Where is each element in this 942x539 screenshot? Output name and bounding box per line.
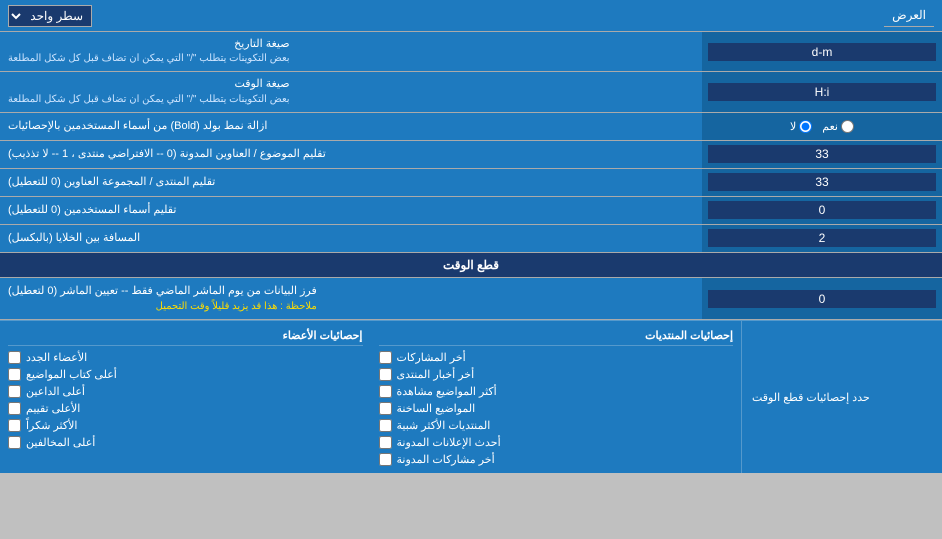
cutoff-label: فرز البيانات من يوم الماشر الماضي فقط --…: [0, 278, 702, 320]
stat-similar-forums-checkbox[interactable]: [379, 419, 392, 432]
bold-no-label[interactable]: لا: [790, 120, 812, 133]
stat-hot-topics-checkbox[interactable]: [379, 402, 392, 415]
bold-radio-area: نعم لا: [702, 113, 942, 140]
stats-item: الأكثر شكراً: [8, 417, 363, 434]
distance-input-container: [702, 225, 942, 252]
date-format-input-container: [702, 32, 942, 71]
stat-last-posts-checkbox[interactable]: [379, 351, 392, 364]
order-topics-row: تقليم الموضوع / العناوين المدونة (0 -- ا…: [0, 141, 942, 169]
stats-item: أعلى المخالفين: [8, 434, 363, 451]
order-users-label: تقليم أسماء المستخدمين (0 للتعطيل): [0, 197, 702, 224]
stat-top-violators-checkbox[interactable]: [8, 436, 21, 449]
stat-top-rated-checkbox[interactable]: [8, 402, 21, 415]
bold-yes-label[interactable]: نعم: [822, 120, 854, 133]
cutoff-header: قطع الوقت: [0, 253, 942, 278]
stats-item: أعلى الداعين: [8, 383, 363, 400]
cutoff-row: فرز البيانات من يوم الماشر الماضي فقط --…: [0, 278, 942, 321]
stat-top-inviters-label[interactable]: أعلى الداعين: [26, 385, 85, 398]
stats-item: المواضيع الساخنة: [379, 400, 734, 417]
stat-most-thanked-label[interactable]: الأكثر شكراً: [26, 419, 77, 432]
distance-input[interactable]: [708, 229, 936, 247]
stat-last-blog-posts-label[interactable]: أخر مشاركات المدونة: [397, 453, 495, 466]
bold-label: ازالة نمط بولد (Bold) من أسماء المستخدمي…: [0, 113, 702, 140]
stats-item: الأعلى تقييم: [8, 400, 363, 417]
order-users-input[interactable]: [708, 201, 936, 219]
stat-top-inviters-checkbox[interactable]: [8, 385, 21, 398]
order-forum-label: تقليم المنتدى / المجموعة العناوين (0 للت…: [0, 169, 702, 196]
order-forum-input-container: [702, 169, 942, 196]
stat-most-viewed-checkbox[interactable]: [379, 385, 392, 398]
stat-most-viewed-label[interactable]: أكثر المواضيع مشاهدة: [397, 385, 497, 398]
order-forum-input[interactable]: [708, 173, 936, 191]
stat-new-members-checkbox[interactable]: [8, 351, 21, 364]
stats-main-label: حدد إحصائيات قطع الوقت: [742, 321, 942, 473]
bold-no-radio[interactable]: [799, 120, 812, 133]
stat-forum-news-label[interactable]: أخر أخبار المنتدى: [397, 368, 475, 381]
date-format-label: صيغة التاريخ بعض التكوينات يتطلب "/" الت…: [0, 32, 702, 71]
stat-top-rated-label[interactable]: الأعلى تقييم: [26, 402, 80, 415]
distance-label: المسافة بين الخلايا (بالبكسل): [0, 225, 702, 252]
stats-section: حدد إحصائيات قطع الوقت إحصائيات المنتديا…: [0, 320, 942, 473]
time-format-input-container: [702, 72, 942, 111]
stat-forum-news-checkbox[interactable]: [379, 368, 392, 381]
order-users-row: تقليم أسماء المستخدمين (0 للتعطيل): [0, 197, 942, 225]
stats-item: أكثر المواضيع مشاهدة: [379, 383, 734, 400]
stat-similar-forums-label[interactable]: المنتديات الأكثر شبية: [397, 419, 491, 432]
stats-col2: إحصائيات الأعضاء الأعضاء الجدد أعلى كتاب…: [0, 321, 371, 473]
stat-last-posts-label[interactable]: أخر المشاركات: [397, 351, 466, 364]
stat-top-writers-label[interactable]: أعلى كتاب المواضيع: [26, 368, 117, 381]
stats-item: الأعضاء الجدد: [8, 349, 363, 366]
stat-top-violators-label[interactable]: أعلى المخالفين: [26, 436, 95, 449]
order-topics-input-container: [702, 141, 942, 168]
stats-col2-header: إحصائيات الأعضاء: [8, 326, 363, 346]
time-format-label: صيغة الوقت بعض التكوينات يتطلب "/" التي …: [0, 72, 702, 111]
stats-cols-row: إحصائيات المنتديات أخر المشاركات أخر أخب…: [0, 321, 742, 473]
stats-col1-header: إحصائيات المنتديات: [379, 326, 734, 346]
order-topics-input[interactable]: [708, 145, 936, 163]
stats-item: المنتديات الأكثر شبية: [379, 417, 734, 434]
stat-latest-announcements-checkbox[interactable]: [379, 436, 392, 449]
date-format-row: صيغة التاريخ بعض التكوينات يتطلب "/" الت…: [0, 32, 942, 72]
stat-most-thanked-checkbox[interactable]: [8, 419, 21, 432]
stats-item: أخر أخبار المنتدى: [379, 366, 734, 383]
stat-top-writers-checkbox[interactable]: [8, 368, 21, 381]
stat-last-blog-posts-checkbox[interactable]: [379, 453, 392, 466]
stats-item: أعلى كتاب المواضيع: [8, 366, 363, 383]
stat-hot-topics-label[interactable]: المواضيع الساخنة: [397, 402, 476, 415]
stats-columns: إحصائيات المنتديات أخر المشاركات أخر أخب…: [0, 321, 742, 473]
stats-item: أحدث الإعلانات المدونة: [379, 434, 734, 451]
cutoff-input[interactable]: [708, 290, 936, 308]
bold-yes-radio[interactable]: [841, 120, 854, 133]
order-users-input-container: [702, 197, 942, 224]
stat-latest-announcements-label[interactable]: أحدث الإعلانات المدونة: [397, 436, 501, 449]
stats-col1: إحصائيات المنتديات أخر المشاركات أخر أخب…: [371, 321, 743, 473]
time-format-input[interactable]: [708, 83, 936, 101]
stat-new-members-label[interactable]: الأعضاء الجدد: [26, 351, 87, 364]
cutoff-input-container: [702, 278, 942, 320]
distance-row: المسافة بين الخلايا (بالبكسل): [0, 225, 942, 253]
order-forum-row: تقليم المنتدى / المجموعة العناوين (0 للت…: [0, 169, 942, 197]
time-format-row: صيغة الوقت بعض التكوينات يتطلب "/" التي …: [0, 72, 942, 112]
header-label: العرض: [884, 4, 934, 27]
order-topics-label: تقليم الموضوع / العناوين المدونة (0 -- ا…: [0, 141, 702, 168]
stats-item: أخر مشاركات المدونة: [379, 451, 734, 468]
display-select[interactable]: سطر واحد سطرين ثلاثة أسطر: [8, 5, 92, 27]
main-container: العرض سطر واحد سطرين ثلاثة أسطر صيغة الت…: [0, 0, 942, 473]
bold-radio-row: نعم لا ازالة نمط بولد (Bold) من أسماء ال…: [0, 113, 942, 141]
date-format-input[interactable]: [708, 43, 936, 61]
stats-item: أخر المشاركات: [379, 349, 734, 366]
header-row: العرض سطر واحد سطرين ثلاثة أسطر: [0, 0, 942, 32]
